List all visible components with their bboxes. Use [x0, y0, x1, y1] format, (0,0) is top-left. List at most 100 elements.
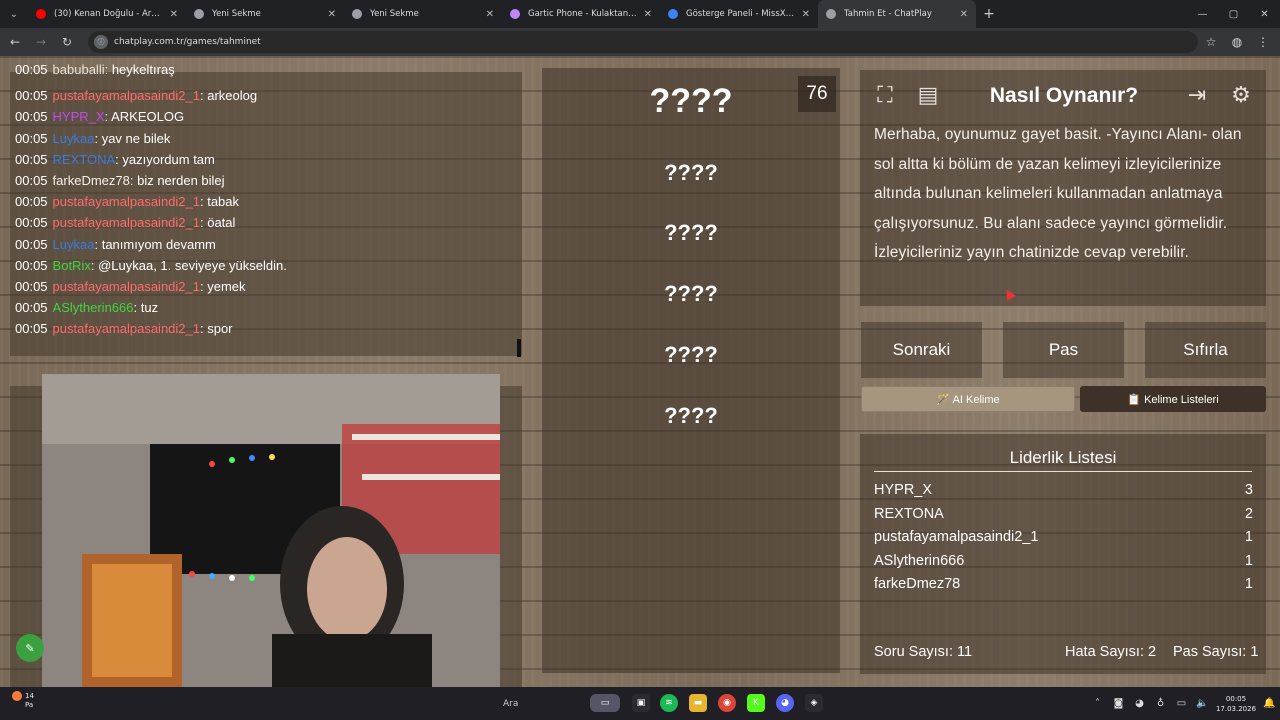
chat-time: 00:05 — [15, 300, 48, 316]
tab-title: (30) Kenan Doğulu - Ara Beni Lütfen — [54, 9, 164, 19]
tab-title: Gartic Phone - Kulaktan Kulağa — [528, 9, 638, 19]
leaderboard-divider — [874, 471, 1252, 472]
fullscreen-icon[interactable]: ⛶ — [870, 80, 900, 110]
chat-username[interactable]: ASlytherin666 — [53, 300, 134, 315]
chat-username[interactable]: farkeDmez78 — [53, 173, 130, 188]
chat-username[interactable]: BotRix — [53, 258, 91, 273]
tray-expand-icon[interactable]: ˄ — [1087, 698, 1108, 709]
chat-username[interactable]: babuballi — [53, 62, 105, 77]
chat-username[interactable]: HYPR_X — [53, 109, 105, 124]
search-highlight-icon[interactable]: ▭ — [590, 694, 620, 712]
browser-tab[interactable]: Gösterge Paneli - MissXss Al Bu ✕ — [660, 0, 818, 28]
tab-favicon-icon — [194, 9, 204, 19]
file-explorer-icon[interactable]: ▬ — [689, 694, 707, 712]
tab-favicon-icon — [826, 9, 836, 19]
tab-close-icon[interactable]: ✕ — [960, 9, 968, 20]
profile-avatar-icon[interactable]: ◍ — [1224, 31, 1250, 53]
bookmark-star-icon[interactable]: ☆ — [1198, 31, 1224, 53]
tab-search-icon[interactable]: ⌄ — [0, 0, 28, 28]
reset-button[interactable]: Sıfırla — [1145, 322, 1266, 378]
tab-close-icon[interactable]: ✕ — [802, 9, 810, 20]
chat-username[interactable]: pustafayamalpasaindi2_1 — [53, 194, 200, 209]
microphone-icon[interactable]: ♁ — [1150, 698, 1171, 709]
system-clock[interactable]: 00:05 17.03.2026 — [1213, 694, 1259, 714]
chat-time: 00:05 — [15, 236, 48, 252]
new-tab-button[interactable]: + — [976, 0, 1002, 28]
chat-username[interactable]: pustafayamalpasaindi2_1 — [53, 321, 200, 336]
ai-word-button[interactable]: 🪄 AI Kelime — [861, 386, 1075, 412]
weather-widget[interactable]: 14 Pa — [12, 691, 34, 710]
chat-username[interactable]: pustafayamalpasaindi2_1 — [53, 215, 200, 230]
reload-icon[interactable]: ↻ — [56, 31, 78, 53]
forbidden-word: ???? — [664, 403, 718, 428]
chat-scrollbar[interactable] — [517, 339, 521, 357]
tab-favicon-icon — [510, 9, 520, 19]
tab-close-icon[interactable]: ✕ — [644, 9, 652, 20]
maximize-icon[interactable]: ▢ — [1218, 0, 1249, 28]
chat-message: 00:05 pustafayamalpasaindi2_1: tabak — [15, 191, 239, 212]
chat-separator: : — [133, 300, 141, 316]
leaderboard-row: REXTONA 2 — [874, 506, 1253, 528]
kick-icon[interactable]: K — [747, 694, 765, 712]
chat-username[interactable]: pustafayamalpasaindi2_1 — [53, 279, 200, 294]
browser-tab[interactable]: (30) Kenan Doğulu - Ara Beni Lütfen ✕ — [28, 0, 186, 28]
close-window-icon[interactable]: ✕ — [1249, 0, 1280, 28]
weather-subtitle: Pa — [25, 701, 34, 709]
error-count: Hata Sayısı: 2 — [1065, 644, 1157, 660]
chat-username[interactable]: pustafayamalpasaindi2_1 — [53, 88, 200, 103]
chat-message: 00:05 pustafayamalpasaindi2_1: arkeolog — [15, 85, 257, 106]
chat-text: tuz — [140, 300, 159, 316]
browser-tab[interactable]: Yeni Sekme ✕ — [344, 0, 502, 28]
chat-separator: : — [94, 130, 102, 146]
weather-icon — [12, 691, 22, 701]
forward-icon[interactable]: → — [30, 31, 52, 53]
minimize-icon[interactable]: — — [1187, 0, 1218, 28]
leaderboard-name: pustafayamalpasaindi2_1 — [874, 529, 1039, 546]
browser-tab[interactable]: Tahmin Et - ChatPlay ✕ — [818, 0, 976, 28]
browser-menu-icon[interactable]: ⋮ — [1250, 31, 1276, 53]
tab-close-icon[interactable]: ✕ — [328, 9, 336, 20]
tab-close-icon[interactable]: ✕ — [486, 9, 494, 20]
notification-bell-icon[interactable]: 🔔 — [1259, 698, 1280, 709]
logout-icon[interactable]: ⇥ — [1182, 80, 1212, 110]
forbidden-word: ???? — [664, 160, 718, 185]
chat-username[interactable]: REXTONA — [53, 152, 116, 167]
tray-app-icon[interactable]: ◙ — [1108, 698, 1129, 709]
discord-icon[interactable]: ◕ — [776, 694, 794, 712]
chrome-icon[interactable]: ◉ — [718, 694, 736, 712]
volume-icon[interactable]: 🔈 — [1192, 698, 1213, 709]
discord-tray-icon[interactable]: ◕ — [1129, 698, 1150, 709]
back-icon[interactable]: ← — [4, 31, 26, 53]
chat-username[interactable]: Luykaa — [53, 237, 95, 252]
browser-tab[interactable]: Gartic Phone - Kulaktan Kulağa ✕ — [502, 0, 660, 28]
spotify-icon[interactable]: ≋ — [660, 694, 678, 712]
chat-time: 00:05 — [15, 215, 48, 231]
weather-temp: 14 — [25, 692, 34, 700]
browser-tab[interactable]: Yeni Sekme ✕ — [186, 0, 344, 28]
settings-gear-icon[interactable]: ⚙ — [1226, 80, 1256, 110]
network-icon[interactable]: ▭ — [1171, 698, 1192, 709]
word-lists-button[interactable]: 📋 Kelime Listeleri — [1080, 386, 1266, 412]
chat-text: arkeolog — [207, 88, 258, 104]
leaderboard-score: 3 — [1244, 482, 1253, 498]
tab-close-icon[interactable]: ✕ — [170, 9, 178, 20]
task-view-icon[interactable]: ▣ — [632, 694, 650, 712]
chat-message: 00:05 babuballi: heykeltıraş — [15, 59, 175, 80]
next-button[interactable]: Sonraki — [861, 322, 982, 378]
edit-fab-button[interactable]: ✎ — [16, 634, 44, 662]
chat-message: 00:05 pustafayamalpasaindi2_1: spor — [15, 318, 233, 339]
chat-text: @Luykaa, 1. seviyeye yükseldin. — [98, 257, 287, 273]
clock-time: 00:05 — [1225, 694, 1247, 703]
tab-favicon-icon — [36, 9, 46, 19]
leaderboard-row: HYPR_X 3 — [874, 482, 1253, 504]
chat-username[interactable]: Luykaa — [53, 131, 95, 146]
pass-button[interactable]: Pas — [1003, 322, 1124, 378]
tab-title: Yeni Sekme — [212, 9, 261, 19]
chat-message: 00:05 pustafayamalpasaindi2_1: yemek — [15, 276, 246, 297]
chat-message: 00:05 pustafayamalpasaindi2_1: öatal — [15, 212, 235, 233]
address-bar[interactable]: ⓘ chatplay.com.tr/games/tahminet — [88, 31, 1198, 53]
chat-separator: : — [90, 257, 99, 273]
chat-separator: : — [94, 236, 102, 252]
app-icon[interactable]: ◈ — [805, 694, 823, 712]
site-info-icon[interactable]: ⓘ — [94, 35, 108, 49]
